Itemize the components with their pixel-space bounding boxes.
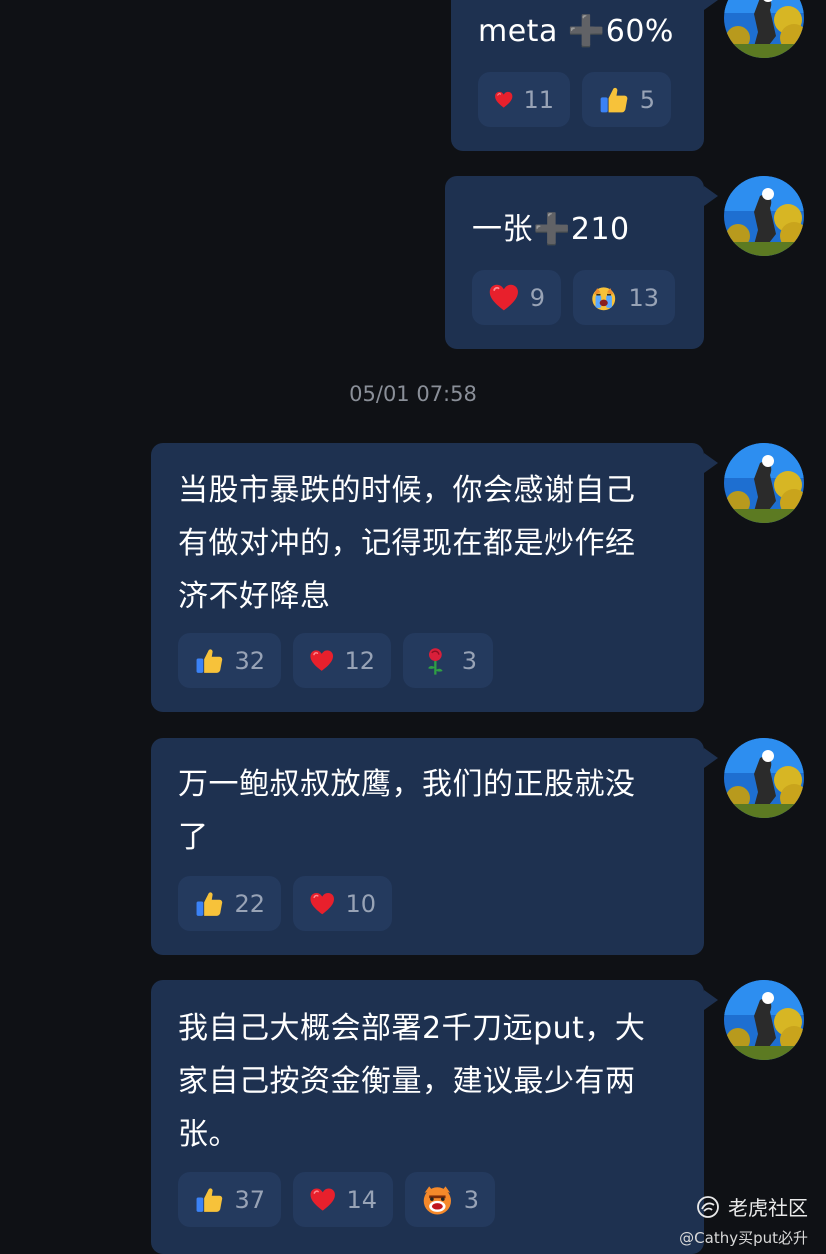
thumbs-up-icon — [194, 1182, 224, 1218]
reaction-heart[interactable]: 11 — [478, 72, 570, 127]
reaction-bar: 37 14 3 — [178, 1172, 495, 1227]
tiger-logo-icon — [696, 1195, 720, 1219]
heart-icon — [488, 280, 520, 316]
heart-icon — [494, 82, 513, 118]
reaction-heart[interactable]: 14 — [293, 1172, 393, 1227]
reaction-thumbs-up[interactable]: 37 — [178, 1172, 281, 1227]
watermark: 老虎社区 @Cathy买put必升 — [679, 1192, 808, 1248]
reaction-heart[interactable]: 12 — [293, 633, 391, 688]
plus-icon: ➕ — [567, 14, 606, 49]
thumbs-up-icon — [194, 643, 224, 679]
thumbs-up-icon — [194, 886, 224, 922]
reaction-bar: 9 13 — [472, 270, 675, 325]
reaction-bar: 22 10 — [178, 876, 392, 931]
reaction-tiger[interactable]: 3 — [405, 1172, 495, 1227]
reaction-thumbs-up[interactable]: 5 — [582, 72, 671, 127]
plus-icon: ➕ — [533, 212, 571, 247]
crying-face-icon — [589, 280, 618, 316]
reaction-heart[interactable]: 10 — [293, 876, 392, 931]
avatar[interactable] — [724, 176, 804, 256]
avatar[interactable] — [724, 0, 804, 58]
message-text: 我自己大概会部署2千刀远put，大 家自己按资金衡量，建议最少有两 张。 — [178, 1011, 646, 1152]
reaction-bar: 11 5 — [478, 72, 671, 127]
heart-icon — [309, 886, 335, 922]
avatar[interactable] — [724, 443, 804, 523]
avatar[interactable] — [724, 980, 804, 1060]
heart-icon — [309, 643, 334, 679]
reaction-bar: 32 12 3 — [178, 633, 493, 688]
reaction-thumbs-up[interactable]: 22 — [178, 876, 281, 931]
thumbs-up-icon — [598, 82, 630, 118]
avatar[interactable] — [724, 738, 804, 818]
reaction-rose[interactable]: 3 — [403, 633, 493, 688]
angry-tiger-icon — [421, 1182, 454, 1218]
watermark-user: @Cathy买put必升 — [679, 1229, 808, 1247]
message-timestamp: 05/01 07:58 — [349, 382, 477, 406]
message-text: 当股市暴跌的时候，你会感谢自己 有做对冲的，记得现在都是炒作经 济不好降息 — [178, 473, 636, 614]
reaction-crying[interactable]: 13 — [573, 270, 675, 325]
watermark-brand: 老虎社区 — [728, 1196, 808, 1220]
heart-icon — [309, 1182, 336, 1218]
rose-icon — [419, 643, 452, 679]
message-text: 一张➕210 — [472, 212, 630, 247]
message-text: 万一鲍叔叔放鹰，我们的正股就没 了 — [178, 767, 636, 855]
message-text: meta ➕60% — [478, 14, 674, 49]
reaction-thumbs-up[interactable]: 32 — [178, 633, 281, 688]
reaction-heart[interactable]: 9 — [472, 270, 561, 325]
